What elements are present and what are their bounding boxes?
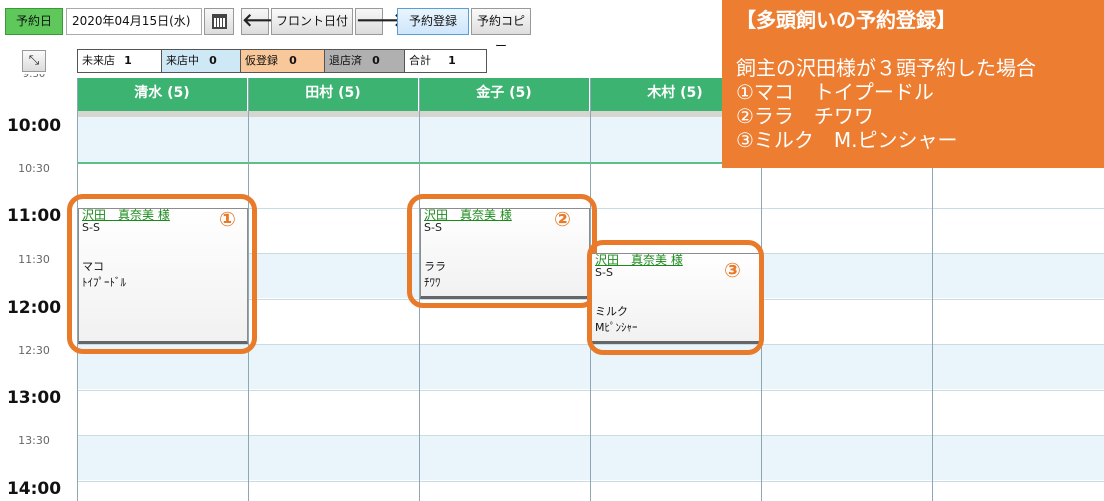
status-left: 退店済 0 xyxy=(325,50,405,72)
status-total-label: 合計 xyxy=(409,54,431,67)
status-total-count: 1 xyxy=(448,54,456,67)
status-total: 合計 1 xyxy=(405,50,486,72)
reservation-screen: 予約日 2020年04月15日(水) 🡐 フロント日付 🡒 予約登録 予約コピー… xyxy=(0,0,1104,501)
date-field[interactable]: 2020年04月15日(水) xyxy=(66,8,202,35)
time-label: 13:00 xyxy=(6,388,62,408)
status-summary-bar: 未来店 1 来店中 0 仮登録 0 退店済 0 合計 1 xyxy=(77,49,487,73)
status-in-store-count: 0 xyxy=(209,54,217,67)
time-label: 12:00 xyxy=(6,298,62,318)
status-provisional-label: 仮登録 xyxy=(245,54,278,67)
time-label: 14:00 xyxy=(6,479,62,499)
marker-number: ② xyxy=(554,207,571,231)
register-reservation-button[interactable]: 予約登録 xyxy=(397,8,469,35)
time-label: 10:00 xyxy=(6,116,62,136)
prev-day-button[interactable]: 🡐 xyxy=(241,8,290,35)
status-pending-count: 1 xyxy=(124,54,132,67)
marker-number: ③ xyxy=(724,258,741,282)
time-label: 10:30 xyxy=(18,162,50,175)
staff-column-header[interactable]: 田村 (5) xyxy=(248,78,419,111)
callout-line: 飼主の沢田様が３頭予約した場合 xyxy=(736,56,1036,80)
staff-column-header[interactable]: 清水 (5) xyxy=(77,78,248,111)
staff-column-header[interactable]: 金子 (5) xyxy=(419,78,590,111)
status-provisional-count: 0 xyxy=(289,54,297,67)
callout-line: ①マコ トイプードル xyxy=(736,80,934,104)
status-pending: 未来店 1 xyxy=(78,50,162,72)
callout-title: 【多頭飼いの予約登録】 xyxy=(736,8,956,32)
copy-reservation-button[interactable]: 予約コピー xyxy=(471,8,531,53)
callout-line: ③ミルク M.ピンシャー xyxy=(736,128,958,152)
status-left-count: 0 xyxy=(372,54,380,67)
status-pending-label: 未来店 xyxy=(82,54,115,67)
calendar-icon xyxy=(212,14,227,29)
status-provisional: 仮登録 0 xyxy=(241,50,325,72)
status-left-label: 退店済 xyxy=(329,54,362,67)
marker-number: ① xyxy=(219,207,236,231)
status-in-store: 来店中 0 xyxy=(162,50,241,72)
front-date-button[interactable]: フロント日付 xyxy=(271,8,353,35)
calendar-button[interactable] xyxy=(204,8,234,35)
time-label: 12:30 xyxy=(18,344,50,357)
next-day-button[interactable]: 🡒 xyxy=(355,8,404,35)
status-in-store-label: 来店中 xyxy=(166,54,199,67)
explanation-callout: 【多頭飼いの予約登録】 飼主の沢田様が３頭予約した場合 ①マコ トイプードル ②… xyxy=(722,0,1104,168)
collapse-arrows-icon[interactable]: ⤡ xyxy=(22,50,46,72)
time-axis: 9:30 10:00 10:30 11:00 11:30 12:00 12:30… xyxy=(0,74,77,501)
time-label: 13:30 xyxy=(18,434,50,447)
time-label: 11:30 xyxy=(18,253,50,266)
callout-line: ②ララ チワワ xyxy=(736,104,874,128)
time-label: 9:30 xyxy=(22,74,46,80)
date-label: 予約日 xyxy=(5,8,63,35)
time-label: 11:00 xyxy=(6,206,62,226)
